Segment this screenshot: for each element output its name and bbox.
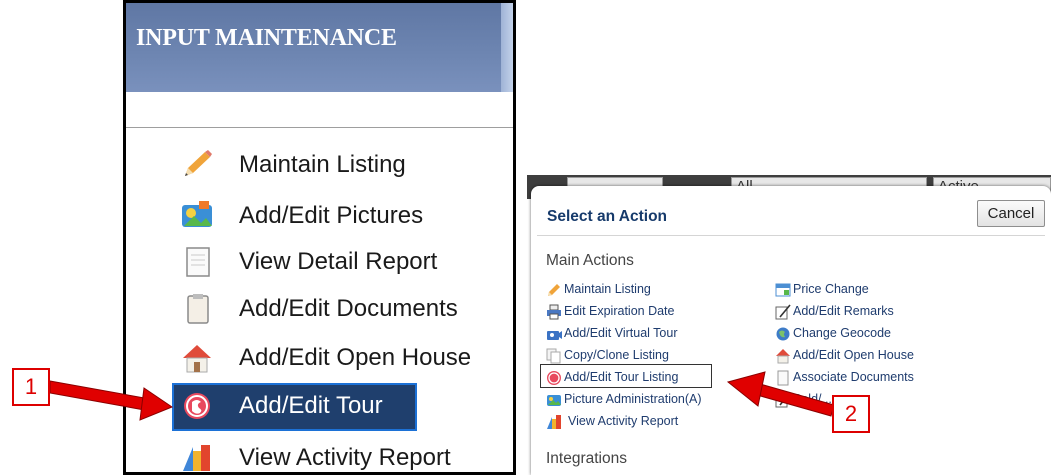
divider <box>126 127 513 128</box>
action-label: Maintain Listing <box>564 282 651 296</box>
bar-chart-icon <box>183 445 210 471</box>
action-label: Edit Expiration Date <box>564 304 675 318</box>
menu-item-label: Add/Edit Open House <box>239 344 472 371</box>
clipboard-icon <box>187 294 209 324</box>
action-label: Add/Edit Tour Listing <box>564 370 679 384</box>
pictures-icon <box>547 395 561 406</box>
integrations-heading: Integrations <box>546 450 627 467</box>
action-label: Associate Documents <box>793 370 914 384</box>
callout-number-1: 1 <box>12 368 50 406</box>
menu-item-add-edit-open-house[interactable]: Add/Edit Open House <box>126 335 513 383</box>
action-label: Picture Administration(A) <box>564 392 702 406</box>
menu-item-add-edit-tour[interactable]: Add/Edit Tour <box>126 383 513 431</box>
action-label: Copy/Clone Listing <box>564 348 669 362</box>
menu-item-label: Add/Edit Pictures <box>239 202 424 229</box>
action-label: Add/Edit Remarks <box>793 304 894 318</box>
action-label: View Activity Report <box>568 414 679 428</box>
copy-icon <box>546 348 561 364</box>
action-label: Add/Edit Virtual Tour <box>564 326 678 340</box>
divider <box>537 235 1045 236</box>
action-label: Sold/... <box>793 392 832 406</box>
tour-icon <box>547 371 561 385</box>
price-tag-icon <box>775 283 791 297</box>
input-maintenance-panel: INPUT MAINTENANCE Maintain Listing Add/E… <box>123 0 516 475</box>
action-label: Add/Edit Open House <box>793 348 914 362</box>
panel-title: INPUT MAINTENANCE <box>136 25 397 51</box>
menu-item-label: View Activity Report <box>239 444 451 471</box>
menu-item-add-edit-documents[interactable]: Add/Edit Documents <box>126 286 513 334</box>
menu-item-view-detail-report[interactable]: View Detail Report <box>126 239 513 287</box>
menu-item-label: Maintain Listing <box>239 151 406 178</box>
edit-note-icon <box>775 304 791 320</box>
edit-note-icon <box>775 392 791 408</box>
pencil-icon <box>548 284 560 296</box>
globe-icon <box>776 327 790 341</box>
virtual-tour-icon <box>547 331 562 340</box>
select-action-dialog: Select an Action Cancel Main Actions Mai… <box>531 186 1051 475</box>
cancel-button[interactable]: Cancel <box>977 200 1045 227</box>
callout-number-2: 2 <box>832 395 870 433</box>
dialog-title: Select an Action <box>547 208 668 225</box>
menu-item-label: Add/Edit Tour <box>239 392 383 419</box>
pictures-icon <box>182 201 212 227</box>
menu-item-add-edit-pictures[interactable]: Add/Edit Pictures <box>126 193 513 241</box>
tour-icon <box>184 393 210 419</box>
main-actions-heading: Main Actions <box>546 252 634 269</box>
menu-item-maintain-listing[interactable]: Maintain Listing <box>126 142 513 190</box>
bar-chart-icon <box>547 415 561 429</box>
pencil-icon <box>185 150 212 176</box>
printer-icon <box>547 304 561 320</box>
action-label: Price Change <box>793 282 869 296</box>
house-icon <box>776 349 790 364</box>
action-dialog-area: All Active Select an Action Cancel Main … <box>527 175 1051 475</box>
menu-item-label: Add/Edit Documents <box>239 295 458 322</box>
menu-item-view-activity-report[interactable]: View Activity Report <box>126 435 513 472</box>
menu-item-label: View Detail Report <box>239 248 438 275</box>
header-stripe <box>501 3 513 92</box>
action-label: Change Geocode <box>793 326 891 340</box>
panel-header: INPUT MAINTENANCE <box>126 3 513 92</box>
document-icon <box>186 247 210 277</box>
house-icon <box>183 345 211 373</box>
document-icon <box>777 370 789 386</box>
